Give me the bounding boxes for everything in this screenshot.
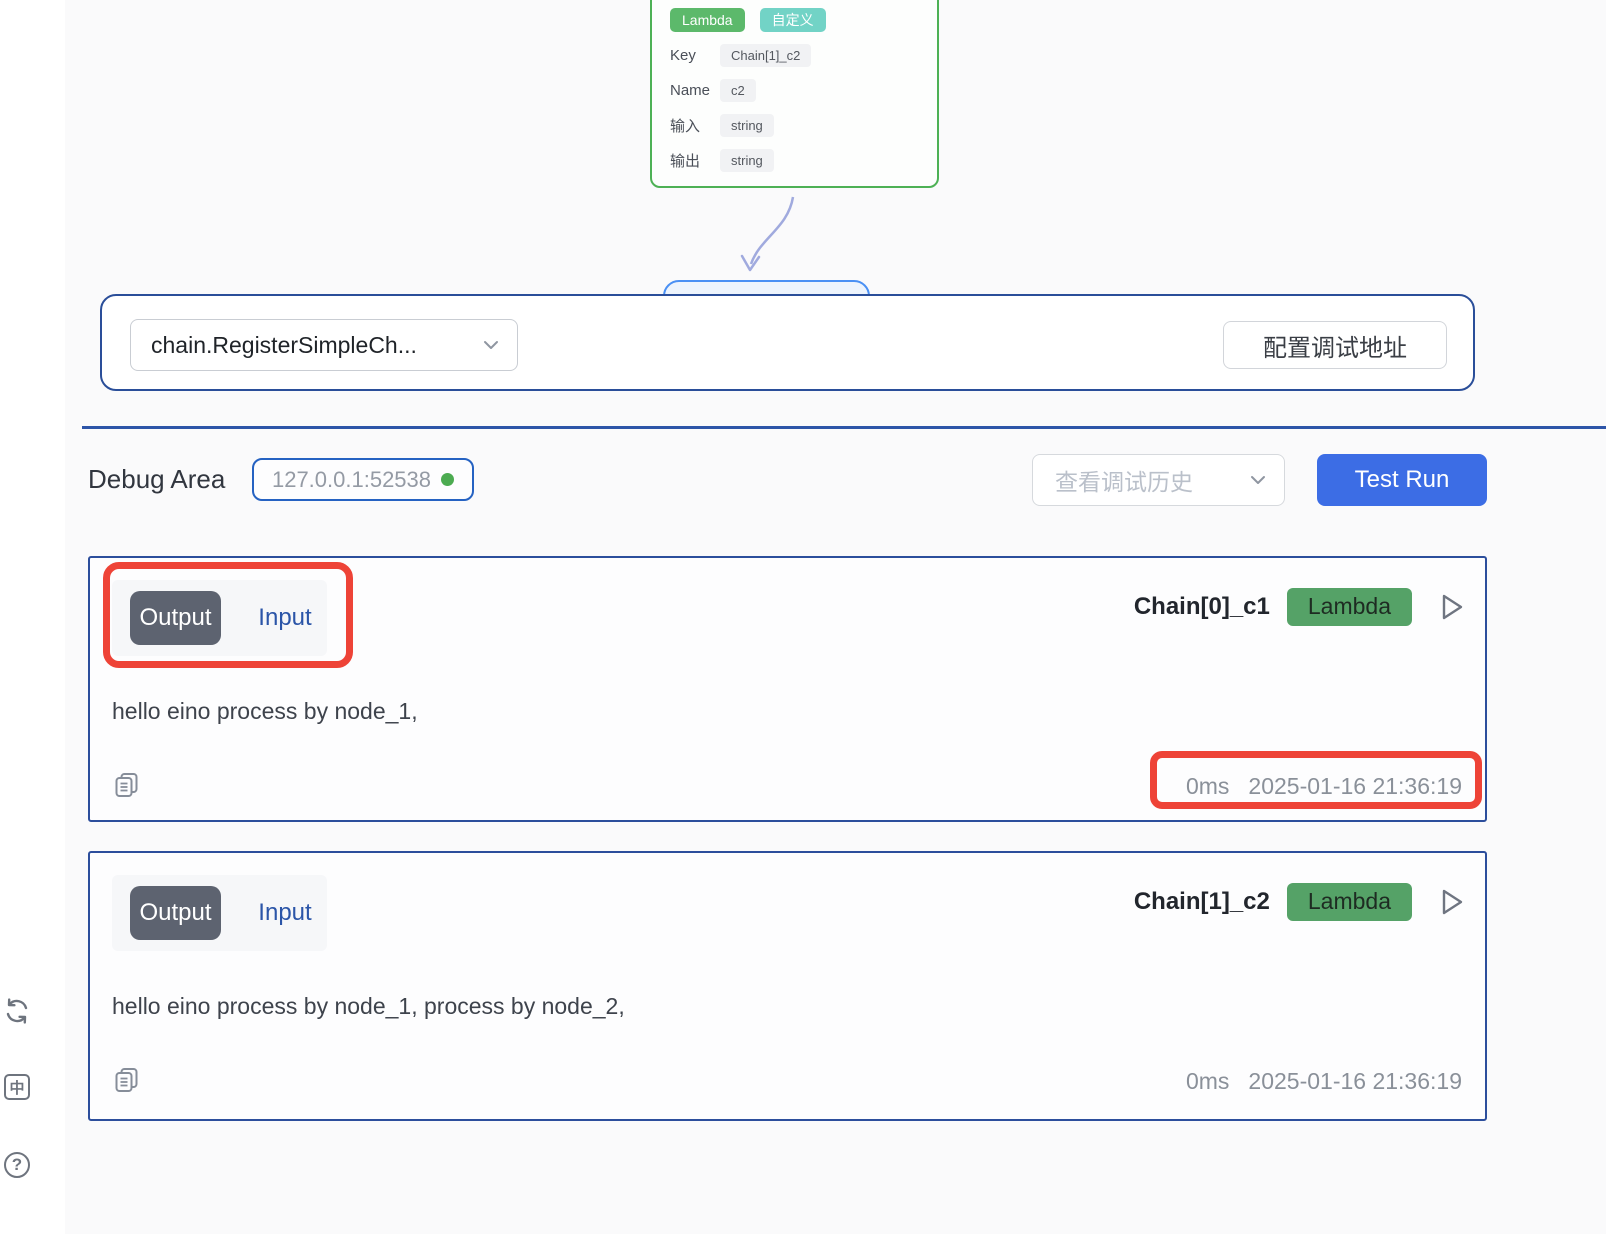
connection-status-dot — [441, 473, 454, 486]
chevron-down-icon — [483, 340, 499, 350]
result-timestamp: 2025-01-16 21:36:19 — [1248, 773, 1462, 800]
node-row-input-type: 输入 string — [670, 114, 919, 137]
result-timestamp: 2025-01-16 21:36:19 — [1248, 1068, 1462, 1095]
language-icon[interactable]: 中 — [3, 1073, 31, 1101]
test-run-button[interactable]: Test Run — [1317, 454, 1487, 506]
node-input-label: 输入 — [670, 115, 714, 136]
graph-toolbar: chain.RegisterSimpleCh... 配置调试地址 — [100, 294, 1475, 391]
result-timing: 0ms 2025-01-16 21:36:19 — [1186, 1068, 1462, 1095]
result-node-type-badge: Lambda — [1287, 883, 1412, 921]
tab-input[interactable]: Input — [240, 886, 330, 940]
result-card: Output Input Chain[1]_c2 Lambda hello ei… — [88, 851, 1487, 1121]
card-header-right: Chain[1]_c2 Lambda — [1134, 884, 1465, 920]
debug-history-placeholder: 查看调试历史 — [1055, 463, 1238, 497]
chevron-down-icon — [1250, 475, 1266, 485]
graph-select-value: chain.RegisterSimpleCh... — [151, 332, 471, 359]
graph-node-card[interactable]: Lambda 自定义 Key Chain[1]_c2 Name c2 输入 st… — [650, 0, 939, 188]
result-node-key: Chain[1]_c2 — [1134, 888, 1270, 916]
node-name-value: c2 — [720, 79, 756, 102]
node-output-label: 输出 — [670, 150, 714, 171]
refresh-icon[interactable] — [3, 997, 31, 1025]
graph-select[interactable]: chain.RegisterSimpleCh... — [130, 319, 518, 371]
node-type-badge: Lambda — [670, 8, 745, 32]
result-duration: 0ms — [1186, 773, 1229, 800]
copy-icon[interactable] — [114, 1067, 139, 1093]
configure-debug-address-button[interactable]: 配置调试地址 — [1223, 321, 1447, 369]
node-name-label: Name — [670, 82, 714, 99]
node-output-value: string — [720, 149, 774, 172]
eino-debug-screen: Lambda 自定义 Key Chain[1]_c2 Name c2 输入 st… — [0, 0, 1606, 1234]
result-node-key: Chain[0]_c1 — [1134, 593, 1270, 621]
help-icon[interactable]: ? — [3, 1151, 31, 1179]
tab-output[interactable]: Output — [130, 591, 221, 645]
play-icon[interactable] — [1439, 592, 1465, 622]
debug-address-text: 127.0.0.1:52538 — [272, 467, 431, 493]
node-row-name: Name c2 — [670, 79, 919, 102]
language-icon-glyph: 中 — [4, 1074, 30, 1100]
help-icon-glyph: ? — [4, 1152, 30, 1178]
tab-output[interactable]: Output — [130, 886, 221, 940]
result-duration: 0ms — [1186, 1068, 1229, 1095]
node-row-output-type: 输出 string — [670, 149, 919, 172]
copy-icon[interactable] — [114, 772, 139, 798]
node-key-value: Chain[1]_c2 — [720, 44, 811, 67]
result-output-text: hello eino process by node_1, — [112, 698, 418, 725]
debug-address-badge[interactable]: 127.0.0.1:52538 — [252, 458, 474, 501]
node-row-key: Key Chain[1]_c2 — [670, 44, 919, 67]
graph-edge-arrow — [700, 190, 820, 290]
card-header-right: Chain[0]_c1 Lambda — [1134, 589, 1465, 625]
node-custom-badge: 自定义 — [760, 8, 826, 32]
node-input-value: string — [720, 114, 774, 137]
result-card: Output Input Chain[0]_c1 Lambda hello ei… — [88, 556, 1487, 822]
play-icon[interactable] — [1439, 887, 1465, 917]
node-key-label: Key — [670, 47, 714, 64]
node-badges: Lambda 自定义 — [670, 8, 919, 32]
panel-divider — [82, 426, 1606, 429]
debug-history-select[interactable]: 查看调试历史 — [1032, 454, 1285, 506]
debug-area-title: Debug Area — [88, 464, 225, 495]
tab-input[interactable]: Input — [240, 591, 330, 645]
result-output-text: hello eino process by node_1, process by… — [112, 993, 625, 1020]
result-timing: 0ms 2025-01-16 21:36:19 — [1186, 773, 1462, 800]
result-node-type-badge: Lambda — [1287, 588, 1412, 626]
